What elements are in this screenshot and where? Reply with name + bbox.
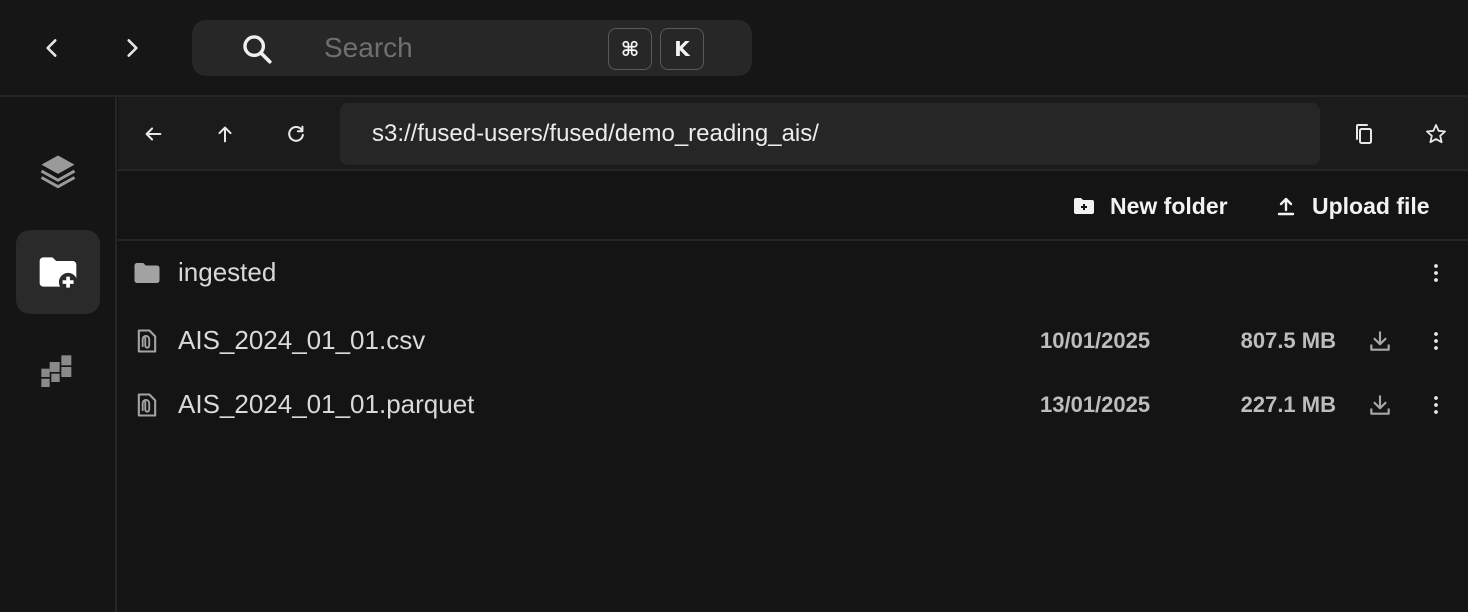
file-size: 807.5 MB [1240, 328, 1336, 353]
star-icon [1426, 124, 1446, 144]
path-up-button[interactable] [210, 119, 240, 149]
sidebar-item-apps[interactable] [16, 330, 100, 414]
file-date: 13/01/2025 [1040, 392, 1151, 417]
path-back-button[interactable] [138, 119, 168, 149]
sidebar [0, 97, 117, 612]
back-button[interactable] [32, 28, 72, 68]
download-button[interactable] [1366, 391, 1394, 419]
sidebar-item-files[interactable] [16, 230, 100, 314]
grid-blocks-icon [41, 355, 72, 387]
folder-add-icon [39, 257, 78, 292]
favorite-button[interactable] [1421, 119, 1451, 149]
file-name: AIS_2024_01_01.csv [178, 325, 426, 355]
row-menu-button[interactable] [1422, 327, 1450, 355]
download-button[interactable] [1366, 327, 1394, 355]
search-box[interactable]: ⌘ K [192, 20, 752, 76]
search-input[interactable] [324, 28, 624, 68]
path-input[interactable]: s3://fused-users/fused/demo_reading_ais/ [340, 103, 1320, 165]
file-attachment-icon [132, 390, 162, 420]
shortcut-key-k: K [660, 28, 704, 70]
folder-icon [132, 258, 162, 288]
more-vertical-icon [1434, 332, 1438, 350]
chevron-left-icon [46, 39, 57, 57]
more-vertical-icon [1434, 264, 1438, 282]
row-menu-button[interactable] [1422, 391, 1450, 419]
refresh-button[interactable] [281, 119, 311, 149]
file-name: ingested [178, 257, 277, 287]
path-bar: s3://fused-users/fused/demo_reading_ais/ [118, 97, 1468, 171]
new-folder-label: New folder [1110, 192, 1228, 219]
upload-file-button[interactable]: Upload file [1274, 191, 1430, 221]
file-row-folder[interactable]: ingested [118, 243, 1468, 303]
sidebar-item-layers[interactable] [16, 130, 100, 214]
upload-file-label: Upload file [1312, 192, 1430, 219]
file-attachment-icon [132, 326, 162, 356]
layers-icon [40, 155, 76, 189]
file-date: 10/01/2025 [1040, 328, 1151, 353]
search-icon [243, 35, 272, 64]
arrow-left-icon [145, 127, 162, 141]
shortcut-key-cmd: ⌘ [608, 28, 652, 70]
copy-path-button[interactable] [1349, 119, 1379, 149]
download-icon [1370, 395, 1390, 415]
file-row[interactable]: AIS_2024_01_01.csv 10/01/2025 807.5 MB [118, 311, 1468, 371]
download-icon [1370, 331, 1390, 351]
action-bar: New folder Upload file [118, 171, 1468, 241]
top-bar: ⌘ K [0, 0, 1468, 97]
copy-icon [1356, 124, 1372, 144]
upload-icon [1277, 197, 1295, 216]
new-folder-button[interactable]: New folder [1072, 191, 1228, 221]
more-vertical-icon [1434, 396, 1438, 414]
folder-add-icon [1074, 198, 1094, 214]
forward-button[interactable] [112, 28, 152, 68]
file-row[interactable]: AIS_2024_01_01.parquet 13/01/2025 227.1 … [118, 375, 1468, 435]
arrow-up-icon [218, 126, 232, 143]
file-browser: s3://fused-users/fused/demo_reading_ais/… [118, 97, 1468, 612]
file-name: AIS_2024_01_01.parquet [178, 389, 475, 419]
refresh-icon [288, 125, 304, 142]
chevron-right-icon [127, 39, 138, 57]
row-menu-button[interactable] [1422, 259, 1450, 287]
file-size: 227.1 MB [1240, 392, 1336, 417]
